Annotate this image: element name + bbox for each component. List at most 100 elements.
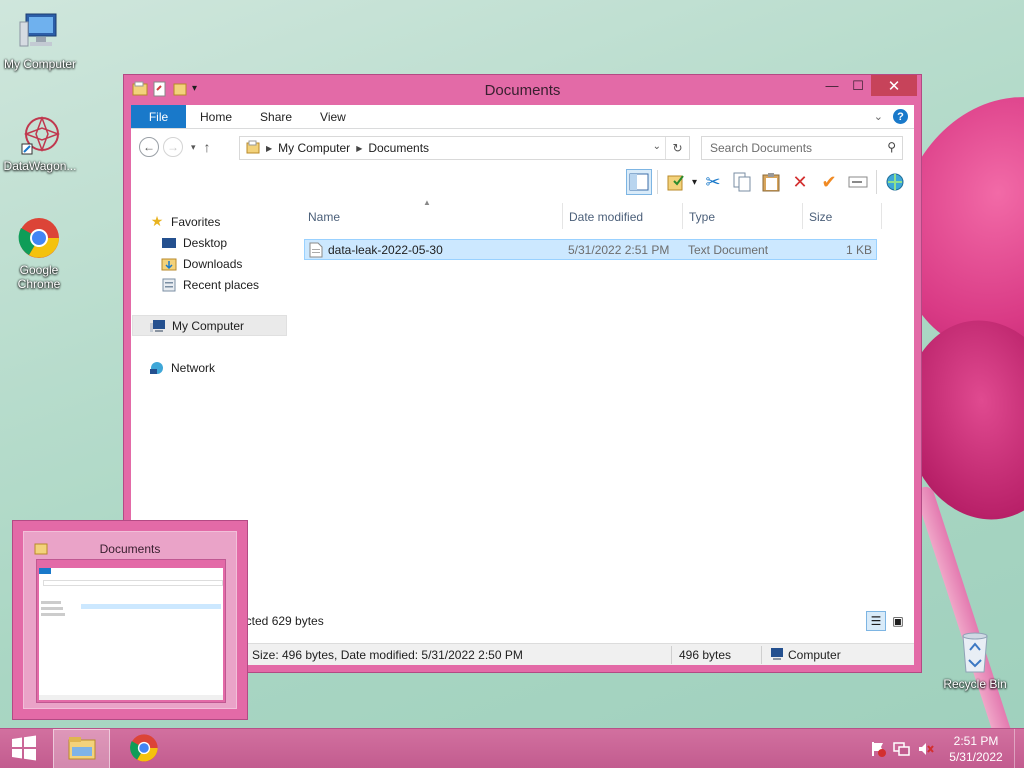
column-size[interactable]: Size <box>809 210 832 224</box>
copy-button[interactable] <box>729 169 755 195</box>
refresh-button[interactable]: ↻ <box>665 137 689 159</box>
tab-home[interactable]: Home <box>186 105 246 128</box>
desktop-icon-my-computer[interactable]: My Computer <box>0 10 80 71</box>
select-all-button[interactable] <box>663 169 689 195</box>
back-button[interactable]: ← <box>139 137 159 157</box>
desktop-icon-label: Google Chrome <box>17 263 61 291</box>
help-icon[interactable]: ? <box>893 109 908 124</box>
search-input[interactable] <box>710 141 880 155</box>
search-box[interactable]: ⚲ <box>701 136 903 160</box>
ribbon-tabs: File Home Share View ⌄ ? <box>131 105 914 129</box>
volume-muted-icon[interactable] <box>914 741 938 757</box>
column-headers: ▲ Name Date modified Type Size <box>299 198 882 231</box>
minimize-button[interactable]: — <box>819 75 845 96</box>
chrome-icon <box>17 216 61 260</box>
expand-ribbon-icon[interactable]: ⌄ <box>874 110 883 123</box>
status-bytes: 496 bytes <box>679 648 732 662</box>
title-bar[interactable]: ▾ Documents — ☐ ✕ <box>124 75 921 105</box>
computer-icon <box>18 10 62 54</box>
start-button[interactable] <box>0 729 48 768</box>
nav-network[interactable]: Network <box>149 357 215 378</box>
status-location: Computer <box>788 648 841 662</box>
column-name[interactable]: Name <box>308 210 340 224</box>
delete-button[interactable]: ✕ <box>787 169 813 195</box>
nav-label: Downloads <box>183 256 243 271</box>
address-dropdown-icon[interactable]: ⌄ <box>653 141 661 152</box>
column-type[interactable]: Type <box>689 210 715 224</box>
window-client: File Home Share View ⌄ ? ← → ▾ ↑ ▶ My Co… <box>131 105 914 665</box>
close-button[interactable]: ✕ <box>871 75 917 96</box>
file-size: 1 KB <box>845 243 872 257</box>
taskbar-file-explorer[interactable] <box>53 729 110 768</box>
tab-file[interactable]: File <box>131 105 186 128</box>
file-name: data-leak-2022-05-30 <box>328 243 443 257</box>
desktop-icon-chrome[interactable]: Google Chrome <box>0 216 78 291</box>
computer-icon <box>768 647 784 664</box>
file-type: Text Document <box>688 243 769 257</box>
chrome-icon <box>129 733 159 766</box>
breadcrumb-separator[interactable]: ▶ <box>356 144 362 153</box>
delete-icon: ✕ <box>792 171 808 192</box>
clock[interactable]: 2:51 PM 5/31/2022 <box>938 733 1014 765</box>
file-date: 5/31/2022 2:51 PM <box>568 243 670 257</box>
status-line: ected 629 bytes ☰ ▣ <box>131 611 914 633</box>
breadcrumb-my-computer[interactable]: My Computer <box>278 141 350 155</box>
thumbnail-window-image <box>36 559 226 703</box>
selection-status: ected 629 bytes <box>239 614 324 628</box>
nav-my-computer[interactable]: My Computer <box>132 315 287 336</box>
network-tray-icon[interactable] <box>890 741 914 757</box>
desktop-icon-datawagon[interactable]: DataWagon... <box>0 112 80 173</box>
recycle-bin-icon <box>953 630 997 674</box>
tab-share[interactable]: Share <box>246 105 306 128</box>
apply-button[interactable]: ✔ <box>816 169 842 195</box>
clock-time: 2:51 PM <box>953 734 999 748</box>
file-row[interactable]: data-leak-2022-05-30 5/31/2022 2:51 PM T… <box>304 239 877 260</box>
details-view-icon[interactable]: ☰ <box>866 611 886 631</box>
maximize-button[interactable]: ☐ <box>845 75 871 96</box>
address-row: ← → ▾ ↑ ▶ My Computer ▶ Documents ⌄ ↻ ⚲ <box>131 135 914 161</box>
nav-desktop[interactable]: Desktop <box>161 232 227 253</box>
downloads-icon <box>161 256 177 272</box>
text-document-icon <box>309 242 323 261</box>
action-center-flag-icon[interactable] <box>866 741 890 757</box>
show-desktop-button[interactable] <box>1014 729 1024 768</box>
window-controls: — ☐ ✕ <box>819 75 917 96</box>
up-button[interactable]: ↑ <box>204 139 211 155</box>
column-date-modified[interactable]: Date modified <box>569 210 643 224</box>
desktop-icon-label: My Computer <box>3 57 77 71</box>
forward-button[interactable]: → <box>163 137 183 157</box>
paste-button[interactable] <box>758 169 784 195</box>
nav-favorites[interactable]: ★ Favorites <box>149 211 221 232</box>
folder-icon <box>246 140 260 157</box>
preview-pane-button[interactable] <box>625 169 652 195</box>
recent-locations-icon[interactable]: ▾ <box>191 142 196 153</box>
ribbon-right-controls: ⌄ ? <box>874 109 908 124</box>
desktop-icon-recycle-bin[interactable]: Recycle Bin <box>935 630 1015 691</box>
chevron-down-icon[interactable]: ▾ <box>692 177 697 188</box>
address-bar[interactable]: ▶ My Computer ▶ Documents ⌄ ↻ <box>239 136 690 160</box>
check-icon: ✔ <box>821 171 837 192</box>
scissors-icon: ✂ <box>705 171 721 192</box>
window-title: Documents <box>484 82 561 99</box>
nav-recent-places[interactable]: Recent places <box>161 274 259 295</box>
search-icon[interactable]: ⚲ <box>887 140 896 154</box>
desktop-icon-label: Recycle Bin <box>943 677 1007 691</box>
breadcrumb-documents[interactable]: Documents <box>368 141 429 155</box>
large-icons-view-icon[interactable]: ▣ <box>888 611 908 631</box>
thumbnail-title: Documents <box>99 542 161 556</box>
nav-downloads[interactable]: Downloads <box>161 253 242 274</box>
taskbar-thumbnail-preview[interactable]: Documents <box>12 520 248 720</box>
computer-icon <box>150 318 166 334</box>
tab-view[interactable]: View <box>306 105 360 128</box>
breadcrumb-separator[interactable]: ▶ <box>266 144 272 153</box>
cut-button[interactable]: ✂ <box>700 169 726 195</box>
navigation-buttons: ← → ▾ ↑ <box>139 137 211 157</box>
rename-button[interactable] <box>845 169 871 195</box>
taskbar-chrome[interactable] <box>116 729 172 768</box>
datawagon-icon <box>18 112 62 156</box>
recent-places-icon <box>161 277 177 293</box>
nav-label: Favorites <box>171 214 221 229</box>
nav-label: Recent places <box>183 277 260 292</box>
globe-icon[interactable] <box>882 169 908 195</box>
taskbar: 2:51 PM 5/31/2022 <box>0 728 1024 768</box>
